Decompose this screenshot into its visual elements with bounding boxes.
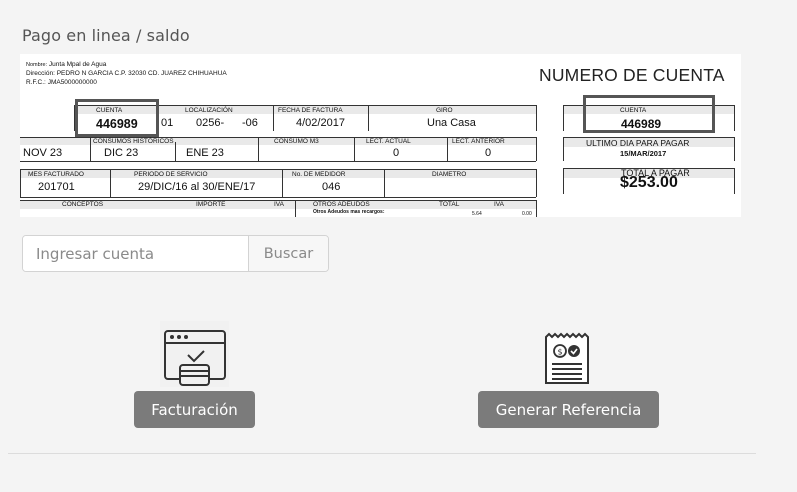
right-cuenta-highlight [583,95,715,133]
svg-text:$: $ [558,348,563,357]
lect-anterior-label: LECT. ANTERIOR [452,138,505,145]
mes-facturado-value: 201701 [38,181,75,193]
iva2-label: IVA [494,201,504,208]
localizacion-3: -06 [242,117,258,129]
cuenta-highlight [75,99,159,137]
nombre-value: Junta Mpal de Agua [48,61,107,68]
generar-referencia-button[interactable]: Generar Referencia [478,391,659,428]
divider [8,453,756,454]
otros-total-value: 5.64 [472,211,482,217]
search-box: Buscar [22,235,329,272]
bill-rfc-row: R.F.C.: JMA5000000000 [26,79,97,87]
giro-value: Una Casa [427,117,476,129]
consumo-m3-label: CONSUMO M3 [274,138,319,145]
importe-label: IMPORTE [196,201,226,208]
total-pagar-value: $253.00 [620,174,678,191]
lect-actual-value: 0 [393,147,400,159]
giro-label: GIRO [436,107,453,114]
billing-window-icon[interactable] [160,321,229,387]
consumo-dic: DIC 23 [104,147,139,159]
iva-label: IVA [274,201,284,208]
page-heading: Pago en linea / saldo [22,26,190,45]
ultimo-dia-value: 15/MAR/2017 [620,149,667,158]
periodo-value: 29/DIC/16 al 30/ENE/17 [138,181,256,193]
receipt-icon[interactable]: $ [538,331,597,386]
bill-nombre-row: Nombre: Junta Mpal de Agua [26,61,106,69]
nombre-label: Nombre: [26,62,48,68]
fecha-factura-value: 4/02/2017 [296,117,345,129]
medidor-value: 046 [322,181,341,193]
otros-recargos-label: Otros Adeudos mas recargos: [313,209,385,215]
account-input[interactable] [23,236,248,271]
diametro-label: DIAMETRO [432,171,467,178]
ultimo-dia-label: ULTIMO DIA PARA PAGAR [586,138,690,148]
lect-anterior-value: 0 [485,147,492,159]
consumos-label: CONSUMOS HISTÓRICOS [93,138,174,145]
bill-image: Nombre: Junta Mpal de Agua Dirección: PE… [20,54,741,217]
fecha-factura-label: FECHA DE FACTURA [278,107,343,114]
search-button[interactable]: Buscar [248,236,328,271]
localizacion-1: 01 [161,117,174,129]
otros-iva-value: 0.00 [522,211,532,217]
facturacion-button[interactable]: Facturación [134,391,255,428]
total-label: TOTAL [439,201,460,208]
consumo-ene: ENE 23 [186,147,224,159]
bill-direccion-row: Dirección: PEDRO N GARCIA C.P. 32030 CD.… [26,70,227,78]
mes-facturado-label: MES FACTURADO [28,171,84,178]
conceptos-label: CONCEPTOS [62,201,104,208]
direccion-value: PEDRO N GARCIA C.P. 32030 CD. JUAREZ CHI… [56,70,227,77]
localizacion-label: LOCALIZACIÓN [185,107,233,114]
consumo-nov: NOV 23 [23,147,63,159]
rfc-value: JMA5000000000 [47,79,97,86]
otros-adeudos-label: OTROS ADEUDOS [313,201,370,208]
medidor-label: No. DE MEDIDOR [292,171,346,178]
localizacion-2: 0256- [196,117,225,129]
numero-cuenta-title: NUMERO DE CUENTA [539,65,725,85]
direccion-label: Dirección: [26,70,55,77]
lect-actual-label: LECT. ACTUAL [366,138,411,145]
periodo-label: PERIODO DE SERVICIO [134,171,208,178]
rfc-label: R.F.C.: [26,79,46,86]
